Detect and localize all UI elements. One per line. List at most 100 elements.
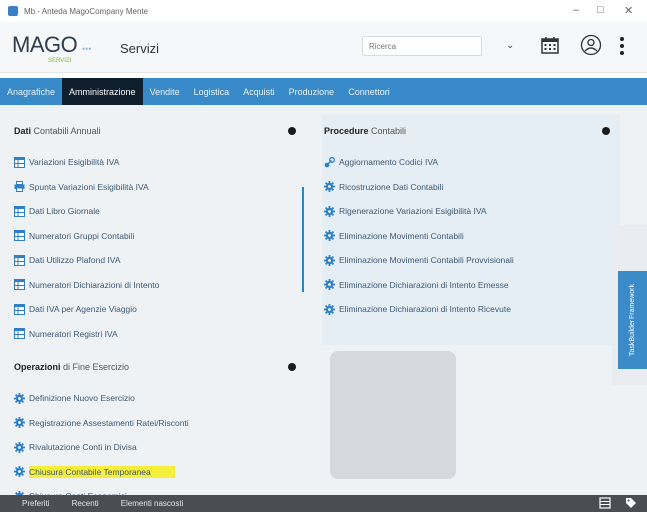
window-title: Mb - Anteda MagoCompany Mente bbox=[24, 6, 149, 16]
menu-item[interactable]: Rivalutazione Conti in Divisa bbox=[12, 435, 304, 460]
app-header: MAGO ••• SERVIZI Servizi ⌄ bbox=[0, 22, 647, 73]
right-menu-column: Procedure Contabili Aggiornamento Codici … bbox=[322, 120, 618, 322]
menu-item[interactable]: Registrazione Assestamenti Ratei/Riscont… bbox=[12, 411, 304, 436]
table-icon bbox=[14, 205, 25, 217]
menu-item[interactable]: Aggiornamento Codici IVA bbox=[322, 150, 618, 175]
user-account-icon[interactable] bbox=[580, 34, 602, 56]
menu-item[interactable]: Eliminazione Dichiarazioni di Intento Em… bbox=[322, 273, 618, 298]
menu-item-label: Variazioni Esigibilità IVA bbox=[29, 157, 120, 168]
maximize-button[interactable]: □ bbox=[597, 4, 604, 16]
menu-item[interactable]: Numeratori Registri IVA bbox=[12, 322, 304, 347]
gear-icon bbox=[324, 230, 335, 242]
tag-icon[interactable] bbox=[625, 497, 637, 509]
collapse-toggle-icon[interactable] bbox=[288, 363, 296, 371]
menu-list: Definizione Nuovo Esercizio Registrazione… bbox=[12, 386, 304, 509]
tab-anagrafiche[interactable]: Anagrafiche bbox=[0, 78, 62, 105]
group-header: Operazioni di Fine Esercizio bbox=[12, 356, 304, 378]
table-icon bbox=[14, 230, 25, 242]
window-titlebar: Mb - Anteda MagoCompany Mente – □ ✕ bbox=[0, 0, 647, 22]
footer-item-recenti[interactable]: Recenti bbox=[72, 499, 99, 508]
menu-list: Variazioni Esigibilità IVA Spunta Variazi… bbox=[12, 150, 304, 346]
menu-item-label: Eliminazione Movimenti Contabili Provvis… bbox=[339, 255, 514, 266]
menu-item[interactable]: Dati IVA per Agenzie Viaggio bbox=[12, 297, 304, 322]
menu-item-label: Ricostruzione Dati Contabili bbox=[339, 181, 444, 192]
gear-icon bbox=[14, 466, 25, 478]
menu-item[interactable]: Numeratori Gruppi Contabili bbox=[12, 224, 304, 249]
group-title: Procedure Contabili bbox=[324, 126, 407, 136]
table-icon bbox=[14, 156, 25, 168]
menu-item-label: Dati Utilizzo Plafond IVA bbox=[29, 255, 121, 266]
close-button[interactable]: ✕ bbox=[624, 4, 633, 17]
tab-amministrazione[interactable]: Amministrazione bbox=[62, 78, 143, 105]
menu-list: Aggiornamento Codici IVA Ricostruzione Da… bbox=[322, 150, 618, 322]
mago-logo: MAGO bbox=[12, 32, 78, 57]
menu-item-label: Chiusura Contabile Temporanea bbox=[29, 465, 175, 478]
search-input[interactable] bbox=[362, 36, 482, 56]
menu-item-label: Registrazione Assestamenti Ratei/Riscont… bbox=[29, 417, 189, 428]
gear-icon bbox=[14, 441, 25, 453]
menu-item[interactable]: Definizione Nuovo Esercizio bbox=[12, 386, 304, 411]
menu-item[interactable]: Rigenerazione Variazioni Esigibilità IVA bbox=[322, 199, 618, 224]
menu-item[interactable]: Variazioni Esigibilità IVA bbox=[12, 150, 304, 175]
link-icon bbox=[324, 156, 335, 168]
left-menu-column: Dati Contabili Annuali Variazioni Esigibi… bbox=[12, 120, 304, 509]
section-title: Servizi bbox=[120, 41, 160, 56]
app-icon bbox=[8, 6, 18, 16]
search-dropdown-arrow[interactable]: ⌄ bbox=[506, 40, 514, 51]
table-icon bbox=[14, 279, 25, 291]
menu-item-label: Dati IVA per Agenzie Viaggio bbox=[29, 304, 137, 315]
menu-item-label: Eliminazione Dichiarazioni di Intento Em… bbox=[339, 279, 509, 290]
gear-icon bbox=[324, 181, 335, 193]
calendar-icon[interactable] bbox=[540, 35, 560, 55]
group-title: Dati Contabili Annuali bbox=[14, 126, 101, 136]
logo-dots: ••• bbox=[82, 44, 92, 54]
table-icon bbox=[14, 254, 25, 266]
menu-item[interactable]: Spunta Variazioni Esigibilità IVA bbox=[12, 175, 304, 200]
grid-view-icon[interactable] bbox=[599, 497, 611, 509]
menu-item-label: Eliminazione Dichiarazioni di Intento Ri… bbox=[339, 304, 511, 315]
menu-item-label: Dati Libro Giornale bbox=[29, 206, 100, 217]
menu-item[interactable]: Numeratori Dichiarazioni di Intento bbox=[12, 273, 304, 298]
more-menu-icon[interactable] bbox=[618, 35, 626, 57]
menu-item[interactable]: Eliminazione Movimenti Contabili Provvis… bbox=[322, 248, 618, 273]
menu-item-label: Rigenerazione Variazioni Esigibilità IVA bbox=[339, 206, 487, 217]
collapse-toggle-icon[interactable] bbox=[602, 127, 610, 135]
menu-item[interactable]: Eliminazione Movimenti Contabili bbox=[322, 224, 618, 249]
menu-item[interactable]: Eliminazione Dichiarazioni di Intento Ri… bbox=[322, 297, 618, 322]
gear-icon bbox=[14, 417, 25, 429]
gear-icon bbox=[324, 303, 335, 315]
gear-icon bbox=[324, 205, 335, 217]
menu-item-label: Rivalutazione Conti in Divisa bbox=[29, 442, 137, 453]
group-header: Procedure Contabili bbox=[322, 120, 618, 142]
table-icon bbox=[14, 303, 25, 315]
tab-vendite[interactable]: Vendite bbox=[143, 78, 187, 105]
table-icon bbox=[14, 328, 25, 340]
taskbuilder-framework-tab[interactable]: TaskBuilder Framework bbox=[618, 271, 647, 369]
menu-item-label: Numeratori Dichiarazioni di Intento bbox=[29, 279, 160, 290]
tab-acquisti[interactable]: Acquisti bbox=[236, 78, 282, 105]
scrollbar[interactable] bbox=[302, 187, 304, 292]
menu-content-area: Dati Contabili Annuali Variazioni Esigibi… bbox=[0, 105, 647, 502]
footer-item-preferiti[interactable]: Preferiti bbox=[22, 499, 50, 508]
menu-item-label: Spunta Variazioni Esigibilità IVA bbox=[29, 181, 149, 192]
tab-connettori[interactable]: Connettori bbox=[341, 78, 397, 105]
module-tab-bar: Anagrafiche Amministrazione Vendite Logisti… bbox=[0, 78, 647, 105]
menu-item-label: Definizione Nuovo Esercizio bbox=[29, 393, 135, 404]
menu-item[interactable]: Chiusura Contabile Temporanea bbox=[12, 460, 304, 485]
menu-item[interactable]: Dati Utilizzo Plafond IVA bbox=[12, 248, 304, 273]
print-icon bbox=[14, 181, 25, 193]
menu-item-label: Numeratori Registri IVA bbox=[29, 328, 118, 339]
footer-item-elementi-nascosti[interactable]: Elementi nascosti bbox=[121, 499, 184, 508]
menu-item-label: Numeratori Gruppi Contabili bbox=[29, 230, 135, 241]
tab-logistica[interactable]: Logistica bbox=[187, 78, 237, 105]
menu-item[interactable]: Ricostruzione Dati Contabili bbox=[322, 175, 618, 200]
menu-item[interactable]: Dati Libro Giornale bbox=[12, 199, 304, 224]
collapse-toggle-icon[interactable] bbox=[288, 127, 296, 135]
placeholder-tile bbox=[330, 351, 456, 479]
menu-item-label: Eliminazione Movimenti Contabili bbox=[339, 230, 464, 241]
minimize-button[interactable]: – bbox=[573, 4, 579, 16]
menu-item-label: Aggiornamento Codici IVA bbox=[339, 157, 439, 168]
footer-bar: Preferiti Recenti Elementi nascosti bbox=[0, 495, 647, 512]
tab-produzione[interactable]: Produzione bbox=[282, 78, 342, 105]
group-header: Dati Contabili Annuali bbox=[12, 120, 304, 142]
